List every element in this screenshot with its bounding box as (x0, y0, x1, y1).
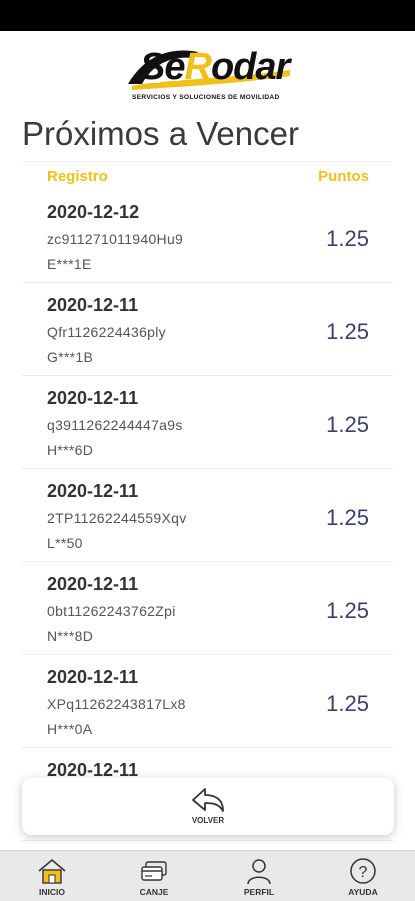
list-item[interactable]: 2020-12-11 2TP11262244559Xqv L**50 1.25 (22, 469, 393, 562)
list-item[interactable]: 2020-12-11 XPq11262243817Lx8 H***0A 1.25 (22, 655, 393, 748)
record-date: 2020-12-11 (47, 481, 139, 501)
record-date: 2020-12-11 (47, 574, 139, 594)
nav-item-perfil[interactable]: PERFIL (219, 851, 299, 901)
user-icon (247, 859, 271, 885)
nav-label-inicio: INICIO (39, 887, 65, 897)
svg-text:?: ? (359, 864, 368, 881)
page-title: Próximos a Vencer (22, 115, 299, 152)
record-points: 1.25 (326, 598, 369, 623)
record-date: 2020-12-11 (47, 667, 139, 687)
record-code: XPq11262243817Lx8 (47, 696, 186, 712)
nav-label-ayuda: AYUDA (348, 887, 378, 897)
nav-item-canje[interactable]: CANJE (114, 851, 194, 901)
nav-item-ayuda[interactable]: ? AYUDA (323, 851, 403, 901)
record-plate: N***8D (47, 628, 94, 644)
status-bar (0, 0, 415, 31)
back-button[interactable]: VOLVER (22, 778, 394, 835)
record-date: 2020-12-11 (47, 388, 139, 408)
logo-tagline: SERVICIOS Y SOLUCIONES DE MOVILIDAD (132, 94, 280, 101)
back-button-label: VOLVER (191, 816, 225, 825)
records-list[interactable]: 2020-12-12 zc911271011940Hu9 E***1E 1.25… (0, 190, 415, 841)
nav-item-inicio[interactable]: INICIO (12, 851, 92, 901)
app-logo: SeRodar SERVICIOS Y SOLUCIONES DE MOVILI… (118, 40, 298, 106)
list-item[interactable]: 2020-12-11 q3911262244447a9s H***6D 1.25 (22, 376, 393, 469)
record-points: 1.25 (326, 319, 369, 344)
record-plate: L**50 (47, 535, 83, 551)
record-plate: H***0A (47, 721, 93, 737)
record-code: 0bt11262243762Zpi (47, 603, 176, 619)
column-header-registro: Registro (47, 168, 108, 185)
record-plate: G***1B (47, 349, 94, 365)
record-points: 1.25 (326, 505, 369, 530)
record-points: 1.25 (326, 691, 369, 716)
home-icon (38, 858, 66, 884)
record-plate: E***1E (47, 256, 92, 272)
record-code: zc911271011940Hu9 (47, 231, 184, 247)
help-icon: ? (350, 858, 376, 884)
nav-label-perfil: PERFIL (243, 887, 275, 897)
record-points: 1.25 (326, 412, 369, 437)
divider (22, 161, 392, 162)
logo-wordmark: SeRodar (140, 46, 290, 88)
record-code: Qfr1126224436ply (47, 324, 166, 340)
column-header-puntos: Puntos (318, 168, 369, 185)
record-code: 2TP11262244559Xqv (47, 510, 187, 526)
record-date: 2020-12-12 (47, 202, 140, 222)
bottom-nav: INICIO CANJE PERFIL ? AYUDA (0, 850, 415, 901)
record-points: 1.25 (326, 226, 369, 251)
nav-label-canje: CANJE (139, 887, 169, 897)
back-arrow-icon (192, 788, 224, 812)
record-plate: H***6D (47, 442, 94, 458)
list-item[interactable]: 2020-12-11 0bt11262243762Zpi N***8D 1.25 (22, 562, 393, 655)
list-item[interactable]: 2020-12-11 Qfr1126224436ply G***1B 1.25 (22, 283, 393, 376)
record-date: 2020-12-11 (47, 295, 139, 315)
list-item[interactable]: 2020-12-12 zc911271011940Hu9 E***1E 1.25 (22, 190, 393, 283)
record-code: q3911262244447a9s (47, 417, 183, 433)
card-icon (141, 861, 167, 881)
